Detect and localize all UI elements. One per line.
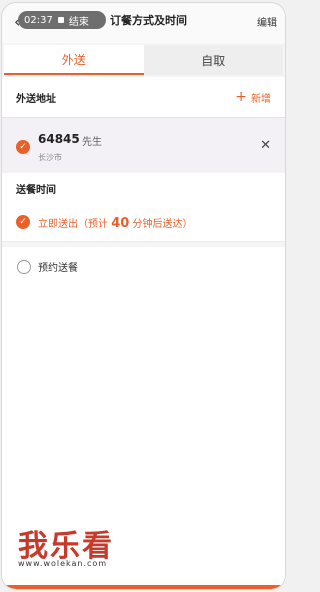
address-honorific: 先生 [82, 137, 102, 148]
delivery-minutes: 40 [111, 216, 130, 231]
top-bar: ‹ 02:37 结束 订餐方式及时间 编辑 [2, 3, 285, 43]
page-title: 订餐方式及时间 [110, 14, 187, 27]
schedule-option[interactable]: 预约送餐 [2, 247, 285, 286]
checkmark-icon[interactable]: ✓ [16, 140, 30, 154]
add-address-button[interactable]: + 新增 [235, 90, 271, 105]
status-end-label: 结束 [68, 16, 89, 28]
content-area [2, 285, 285, 503]
status-pill[interactable]: 02:37 结束 [18, 11, 106, 29]
address-name: 64845 [38, 132, 80, 146]
plus-icon: + [235, 89, 247, 105]
tab-delivery[interactable]: 外送 [4, 45, 144, 75]
delivery-now-text: 立即送出（预计 40 分钟后送达） [38, 216, 193, 231]
address-section-label: 外送地址 [16, 93, 56, 105]
close-icon[interactable]: ✕ [260, 138, 271, 153]
order-mode-tabs: 外送 自取 [4, 45, 283, 75]
edit-button[interactable]: 编辑 [257, 14, 277, 29]
stop-icon [57, 17, 64, 23]
delivery-now-option[interactable]: ✓ 立即送出（预计 40 分钟后送达） [2, 203, 285, 242]
address-card[interactable]: ✓ 64845 先生 长沙市 ✕ [2, 117, 285, 175]
time-section-label: 送餐时间 [16, 184, 56, 196]
add-address-label: 新增 [251, 93, 271, 105]
radio-icon[interactable] [17, 260, 31, 274]
footer: 我乐看 www.wolekan.com [2, 503, 285, 589]
time-section-header: 送餐时间 [2, 173, 285, 203]
tab-pickup[interactable]: 自取 [143, 45, 283, 75]
bottom-accent-bar [2, 585, 285, 589]
status-time: 02:37 [24, 14, 53, 26]
phone-screen: ‹ 02:37 结束 订餐方式及时间 编辑 外送 自取 外送地址 + 新增 ✓ … [2, 3, 285, 589]
schedule-label: 预约送餐 [38, 263, 78, 274]
address-section-header: 外送地址 + 新增 [2, 77, 285, 117]
address-city: 长沙市 [38, 153, 62, 162]
checkmark-icon[interactable]: ✓ [16, 215, 30, 229]
watermark-url: www.wolekan.com [18, 559, 108, 568]
